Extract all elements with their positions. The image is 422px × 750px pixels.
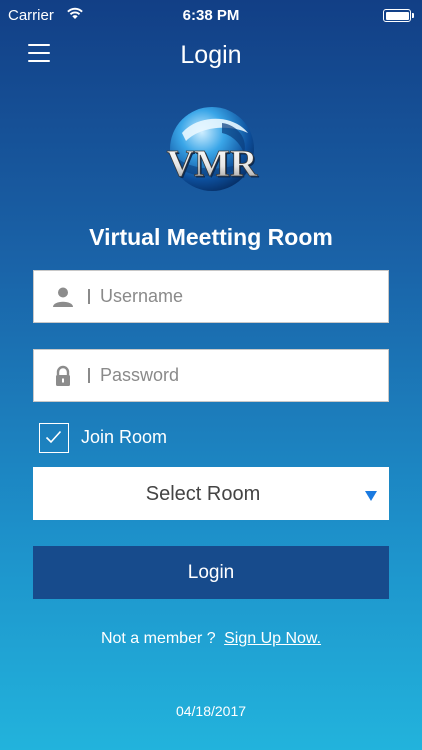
signup-row: Not a member ? Sign Up Now. — [0, 630, 422, 648]
username-field[interactable] — [33, 270, 389, 323]
status-bar: Carrier 6:38 PM — [0, 0, 422, 30]
footer-date: 04/18/2017 — [175, 703, 247, 719]
field-separator — [88, 289, 90, 304]
signup-link[interactable]: Sign Up Now. — [224, 630, 321, 647]
username-input[interactable] — [100, 271, 380, 322]
battery-icon — [383, 9, 414, 22]
dropdown-arrow-icon — [365, 488, 377, 506]
app-name-heading: Virtual Meetting Room — [89, 224, 333, 250]
lock-icon — [52, 365, 74, 387]
nav-bar: Login — [0, 30, 422, 80]
vmr-logo: VMR VMR — [152, 103, 272, 203]
signup-prompt: Not a member ? — [100, 630, 216, 647]
login-button[interactable]: Login — [33, 546, 389, 599]
join-room-label[interactable]: Join Room — [81, 427, 167, 448]
clock: 6:38 PM — [182, 7, 240, 24]
battery-fill — [385, 11, 409, 20]
field-separator — [88, 368, 90, 383]
password-input[interactable] — [100, 350, 380, 401]
page-title: Login — [180, 41, 242, 69]
room-select-value: Select Room — [145, 483, 261, 505]
checkmark-icon — [45, 430, 62, 444]
password-field[interactable] — [33, 349, 389, 402]
room-select[interactable]: Select Room — [33, 467, 389, 520]
user-icon — [52, 286, 74, 308]
logo-text: VMR — [167, 143, 258, 185]
join-room-checkbox[interactable] — [39, 423, 69, 453]
